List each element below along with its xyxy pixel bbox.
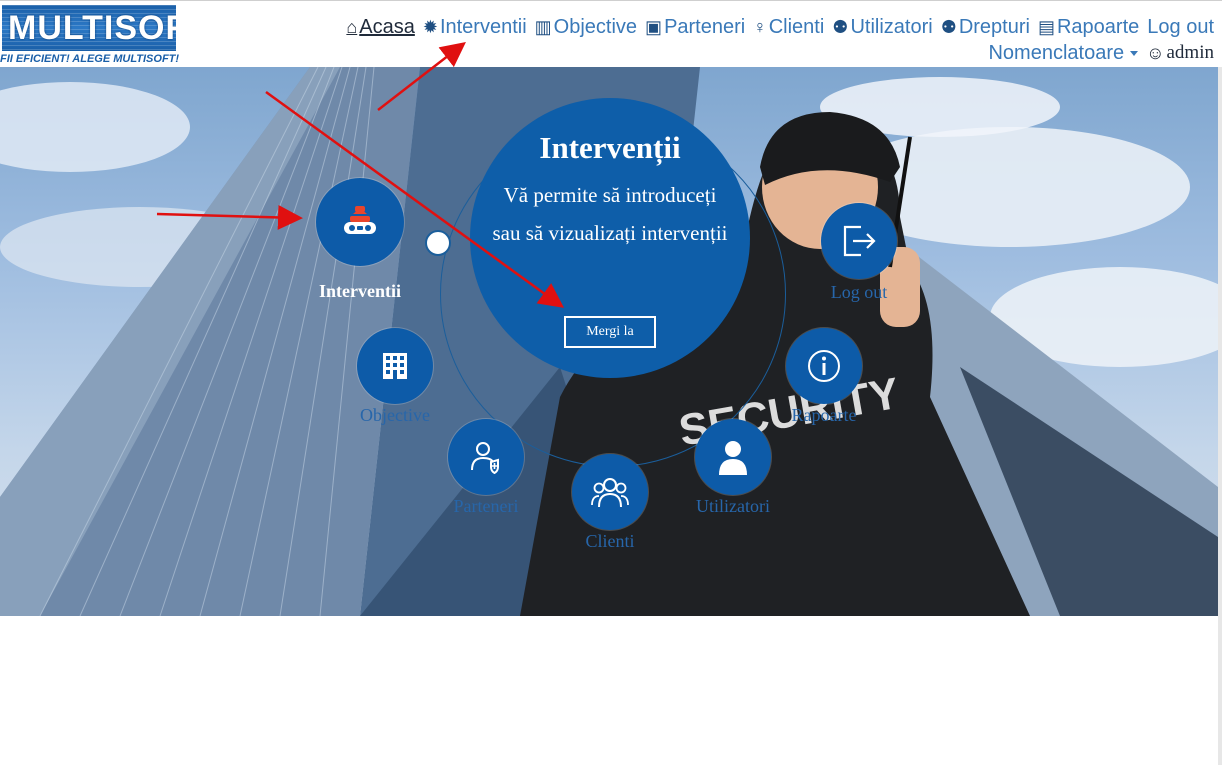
nav-interventii[interactable]: ✹ Interventii — [423, 16, 527, 39]
nomenclatoare-dropdown[interactable]: Nomenclatoare — [988, 41, 1139, 65]
rapoarte-menu-label[interactable]: Rapoarte — [764, 405, 884, 426]
cog-icon: ✹ — [422, 17, 438, 37]
info-description: Vă permite să introduceți sau să vizuali… — [492, 183, 728, 245]
nav-parteneri-label: Parteneri — [664, 15, 746, 38]
parteneri-menu-label[interactable]: Parteneri — [426, 496, 546, 517]
nav-clienti[interactable]: ♀ Clienti — [753, 16, 824, 39]
logo-banner: MULTISOFT — [2, 5, 176, 51]
interventii-menu-label[interactable]: Interventii — [300, 281, 420, 302]
parteneri-menu-button[interactable] — [448, 419, 524, 495]
nav-parteneri[interactable]: ▣ Parteneri — [645, 16, 745, 39]
multisoft-logo[interactable]: MULTISOFT FII EFICIENT! ALEGE MULTISOFT! — [0, 3, 180, 65]
clienti-menu-label[interactable]: Clienti — [550, 531, 670, 552]
nav-drepturi-label: Drepturi — [958, 15, 1030, 38]
police-car-icon — [344, 206, 376, 234]
partner-icon — [471, 442, 499, 474]
page-scrollbar[interactable] — [1218, 67, 1222, 765]
objective-menu-button[interactable] — [357, 328, 433, 404]
logo-tagline: FII EFICIENT! ALEGE MULTISOFT! — [0, 53, 180, 65]
logout-menu-button[interactable] — [821, 203, 897, 279]
nav-acasa[interactable]: ⌂ Acasa — [346, 16, 414, 39]
home-icon: ⌂ — [346, 17, 358, 37]
logout-menu-label[interactable]: Log out — [799, 282, 919, 303]
users-icon: ⚉ — [832, 17, 849, 37]
user-menu[interactable]: ☺ admin — [1146, 42, 1214, 64]
user-icon: ♀ — [753, 17, 767, 37]
nav-utilizatori-label: Utilizatori — [850, 15, 933, 38]
logo-text: MULTISOFT — [8, 9, 176, 47]
username: admin — [1166, 42, 1215, 63]
secondary-nav: Nomenclatoare ☺ admin — [988, 41, 1214, 65]
utilizatori-menu-label[interactable]: Utilizatori — [673, 496, 793, 517]
book-icon: ▤ — [1037, 17, 1055, 37]
caret-down-icon — [1130, 50, 1139, 56]
building-icon — [383, 353, 407, 379]
briefcase-icon: ▣ — [645, 17, 663, 37]
nav-drepturi[interactable]: ⚉ Drepturi — [941, 16, 1030, 39]
nav-objective-label: Objective — [553, 15, 638, 38]
go-to-button[interactable]: Mergi la — [564, 316, 656, 348]
top-header: MULTISOFT FII EFICIENT! ALEGE MULTISOFT!… — [0, 0, 1222, 67]
nav-rapoarte-label: Rapoarte — [1056, 15, 1140, 38]
nav-utilizatori[interactable]: ⚉ Utilizatori — [832, 16, 932, 39]
group-icon — [591, 478, 629, 508]
nav-clienti-label: Clienti — [768, 15, 825, 38]
main-nav: ⌂ Acasa ✹ Interventii ▥ Objective ▣ Part… — [346, 15, 1214, 39]
nav-acasa-label: Acasa — [359, 15, 415, 38]
nav-interventii-label: Interventii — [439, 15, 527, 38]
user-icon: ☺ — [1146, 43, 1165, 63]
user-icon — [719, 441, 747, 475]
clienti-menu-button[interactable] — [572, 454, 648, 530]
ring-slider-knob[interactable] — [425, 230, 451, 256]
nomenclatoare-label: Nomenclatoare — [988, 41, 1125, 64]
logout-icon — [843, 225, 876, 257]
info-title: Intervenții — [539, 130, 681, 165]
objective-menu-label[interactable]: Objective — [335, 405, 455, 426]
building-icon: ▥ — [534, 17, 552, 37]
info-panel: Intervenții Vă permite să introduceți sa… — [470, 98, 750, 378]
info-icon — [808, 350, 840, 382]
nav-objective[interactable]: ▥ Objective — [535, 16, 637, 39]
nav-logout-label: Log out — [1147, 15, 1214, 38]
users-icon: ⚉ — [940, 17, 957, 37]
interventii-menu-button[interactable] — [316, 178, 404, 266]
utilizatori-menu-button[interactable] — [695, 419, 771, 495]
nav-logout[interactable]: Log out — [1147, 16, 1214, 39]
nav-rapoarte[interactable]: ▤ Rapoarte — [1038, 16, 1139, 39]
rapoarte-menu-button[interactable] — [786, 328, 862, 404]
hero-banner: SECURITY Interventii Objective Parteneri… — [0, 67, 1218, 616]
